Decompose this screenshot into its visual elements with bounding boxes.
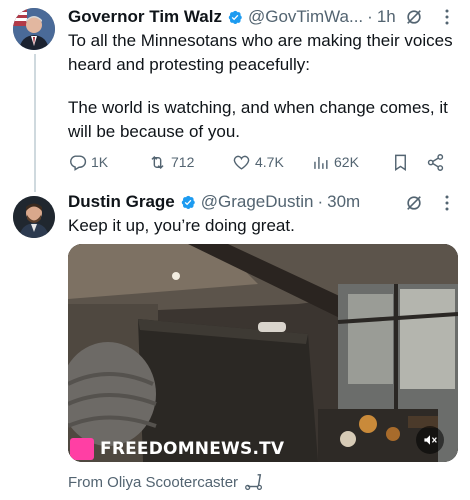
reply-button[interactable]: 1K [68, 150, 108, 174]
thread-connector-line [34, 54, 36, 192]
video-watermark: FREEDOMNEWS.TV [70, 438, 284, 460]
views-icon [314, 156, 328, 169]
verified-badge-icon [181, 195, 195, 209]
views-button[interactable]: 62K [311, 150, 359, 174]
separator-dot: · [317, 192, 324, 211]
timestamp[interactable]: 1h [377, 5, 396, 29]
avatar-walz-image [13, 8, 55, 50]
mute-button[interactable] [416, 426, 444, 454]
tweet-text-paragraph-2: The world is watching, and when change c… [68, 98, 448, 141]
repost-button[interactable]: 712 [148, 150, 194, 174]
separator-dot: · [367, 7, 373, 26]
watermark-logo [70, 438, 94, 460]
author-handle[interactable]: @GrageDustin [201, 190, 314, 214]
bookmark-button[interactable] [391, 150, 414, 174]
more-icon[interactable] [444, 194, 450, 212]
share-button[interactable] [426, 150, 449, 174]
grok-icon[interactable] [405, 8, 423, 26]
repost-count: 712 [171, 154, 195, 170]
author-handle[interactable]: @GovTimWa... [248, 5, 363, 29]
like-button[interactable]: 4.7K [232, 150, 284, 174]
avatar-walz[interactable] [13, 8, 55, 50]
reply-count: 1K [91, 154, 109, 170]
grok-icon[interactable] [405, 194, 423, 212]
reply-icon [70, 154, 87, 171]
repost-icon [151, 155, 164, 169]
verified-badge-icon [228, 10, 242, 24]
views-count: 62K [334, 154, 359, 170]
like-count: 4.7K [255, 154, 284, 170]
tweet-header: Dustin Grage @GrageDustin · 30m [68, 190, 360, 214]
bookmark-icon [395, 154, 406, 171]
more-icon[interactable] [444, 8, 450, 26]
video-source-text: From Oliya Scootercaster [68, 473, 239, 491]
video-frame [68, 244, 458, 462]
tweet-text-paragraph-1: To all the Minnesotans who are making th… [68, 31, 453, 74]
avatar-grage[interactable] [13, 196, 55, 238]
author-name[interactable]: Dustin Grage [68, 190, 175, 214]
mute-icon [424, 435, 437, 445]
share-icon [427, 153, 444, 171]
avatar-grage-image [13, 196, 55, 238]
tweet-text: Keep it up, you’re doing great. [68, 216, 295, 235]
tweet-header: Governor Tim Walz @GovTimWa... · 1h [68, 5, 396, 29]
tweet-actions: 1K 712 4.7K 62K [68, 150, 458, 174]
tweet-walz[interactable]: Governor Tim Walz @GovTimWa... · 1h To a… [0, 0, 470, 192]
author-name[interactable]: Governor Tim Walz [68, 5, 222, 29]
scooter-icon [245, 474, 263, 491]
video-source-attribution[interactable]: From Oliya Scootercaster [68, 472, 264, 492]
timestamp[interactable]: 30m [327, 190, 360, 214]
watermark-text: FREEDOMNEWS.TV [100, 439, 285, 459]
like-icon [233, 155, 250, 170]
video-player[interactable]: FREEDOMNEWS.TV [68, 244, 458, 462]
